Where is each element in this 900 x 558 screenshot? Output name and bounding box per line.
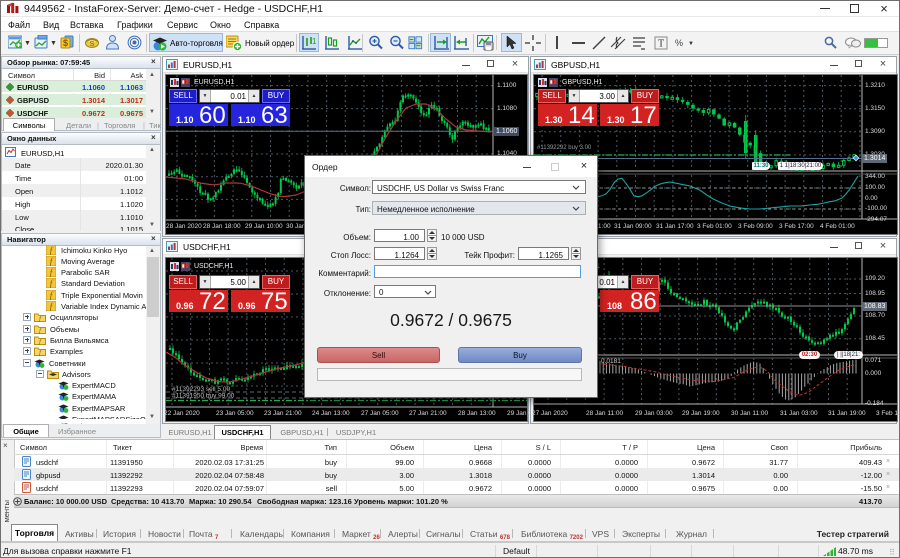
svg-text:S: S: [90, 41, 95, 48]
svg-text:1: 1: [312, 37, 317, 46]
svg-text:T: T: [658, 39, 664, 50]
svg-text:$: $: [63, 38, 68, 48]
